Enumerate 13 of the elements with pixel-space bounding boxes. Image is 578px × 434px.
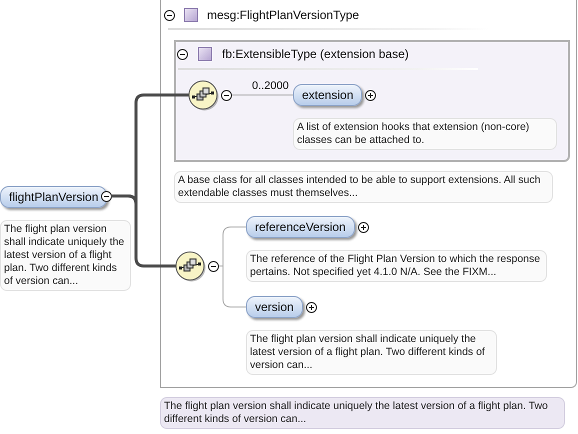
element-node[interactable]: referenceVersion xyxy=(246,216,355,238)
base-type-doc: A base class for all classes intended to be able to support extensions. All such extendable classes must themselves... xyxy=(174,171,553,203)
base-type-title: fb:ExtensibleType (extension base) xyxy=(222,47,409,61)
type-doc: The flight plan version shall indicate uniquely the latest version of a flight plan. Two different kinds of version can... xyxy=(160,397,565,429)
element-doc: The flight plan version shall indicate uniquely the latest version of a flight plan. Two different kinds of version can... xyxy=(0,220,131,291)
element-doc: The flight plan version shall indicate uniquely the latest version of a flight plan. Two different kinds of version can... xyxy=(246,330,497,375)
element-node[interactable]: version xyxy=(246,296,303,318)
element-node[interactable]: flightPlanVersion xyxy=(0,186,108,208)
occurrence-label: 0..2000 xyxy=(252,80,289,92)
element-doc: The reference of the Flight Plan Version to which the response pertains. Not specified yet 4.1.0 N/A. See the FIXM... xyxy=(246,250,547,282)
type-title: mesg:FlightPlanVersionType xyxy=(207,8,360,22)
element-doc: A list of extension hooks that extension (non-core) classes can be attached to. xyxy=(293,118,557,150)
element-node[interactable]: extension xyxy=(293,84,362,106)
